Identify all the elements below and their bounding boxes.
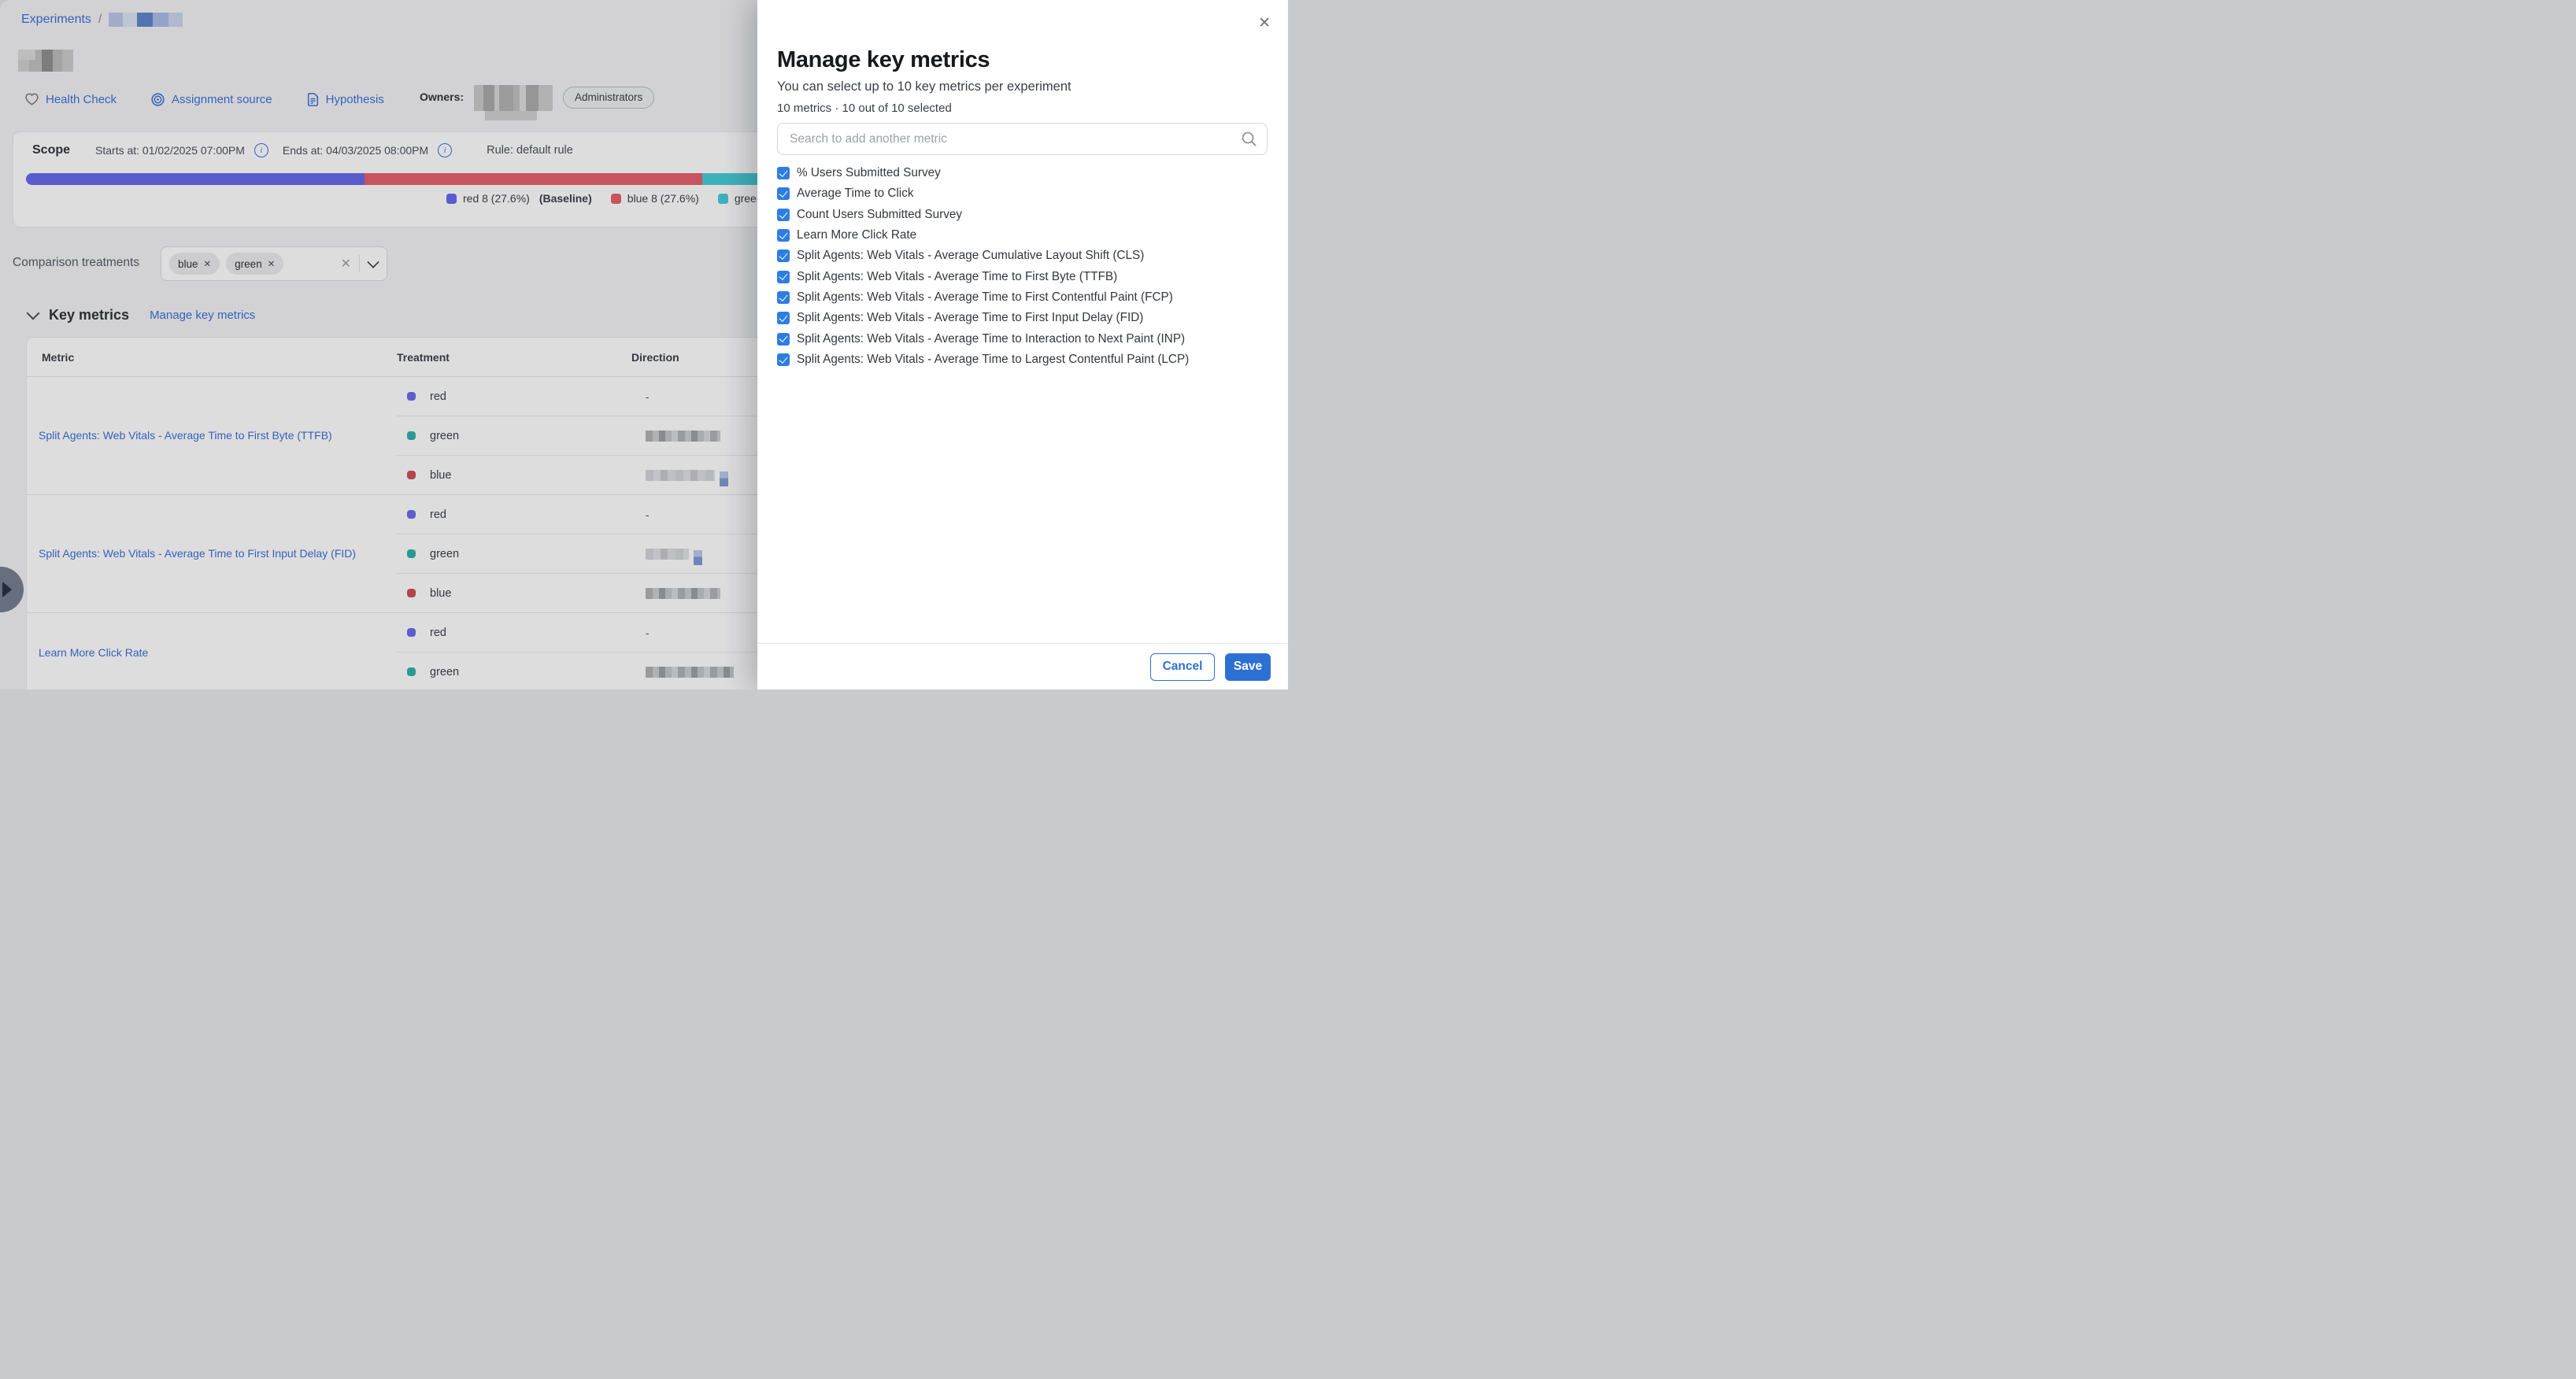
panel-subtitle: You can select up to 10 key metrics per …	[777, 79, 1268, 94]
checkbox-checked[interactable]	[777, 333, 790, 346]
metric-option[interactable]: Count Users Submitted Survey	[777, 205, 1268, 225]
checkbox-checked[interactable]	[777, 312, 790, 324]
metric-option[interactable]: Average Time to Click	[777, 183, 1268, 204]
metric-option[interactable]: Split Agents: Web Vitals - Average Time …	[777, 308, 1268, 328]
metric-option[interactable]: Split Agents: Web Vitals - Average Time …	[777, 328, 1268, 349]
panel-footer: Cancel Save	[757, 643, 1288, 690]
checkbox-checked[interactable]	[777, 271, 790, 283]
metrics-checkbox-list: % Users Submitted Survey Average Time to…	[777, 163, 1268, 370]
save-button[interactable]: Save	[1225, 653, 1271, 681]
checkbox-checked[interactable]	[777, 187, 790, 200]
checkbox-checked[interactable]	[777, 250, 790, 262]
metrics-count-line: 10 metrics · 10 out of 10 selected	[777, 102, 1268, 115]
panel-title: Manage key metrics	[777, 47, 1268, 73]
checkbox-checked[interactable]	[777, 229, 790, 242]
metric-option[interactable]: Split Agents: Web Vitals - Average Cumul…	[777, 246, 1268, 266]
manage-key-metrics-panel: ✕ Manage key metrics You can select up t…	[757, 0, 1288, 690]
metric-option[interactable]: Split Agents: Web Vitals - Average Time …	[777, 287, 1268, 308]
cancel-button[interactable]: Cancel	[1150, 653, 1215, 681]
checkbox-checked[interactable]	[777, 291, 790, 304]
search-input[interactable]	[777, 123, 1268, 155]
search-icon[interactable]	[1241, 131, 1257, 151]
screen: Experiments / Health Check Assignment so…	[0, 0, 1288, 690]
checkbox-checked[interactable]	[777, 353, 790, 366]
checkbox-checked[interactable]	[777, 209, 790, 221]
metric-option[interactable]: Learn More Click Rate	[777, 225, 1268, 246]
metric-option[interactable]: Split Agents: Web Vitals - Average Time …	[777, 349, 1268, 370]
metric-option[interactable]: % Users Submitted Survey	[777, 163, 1268, 183]
close-icon[interactable]: ✕	[1258, 16, 1271, 31]
metric-option[interactable]: Split Agents: Web Vitals - Average Time …	[777, 266, 1268, 287]
checkbox-checked[interactable]	[777, 167, 790, 179]
